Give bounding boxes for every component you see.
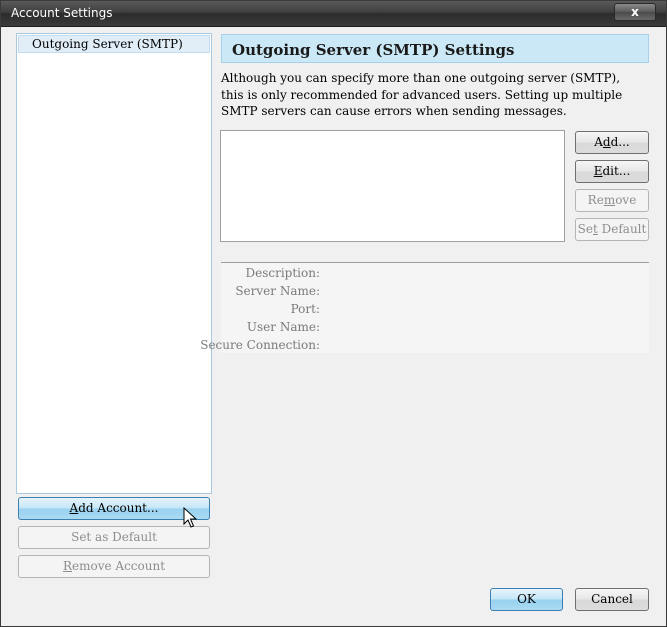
account-list[interactable]: Outgoing Server (SMTP) <box>16 33 212 494</box>
smtp-description: Although you can specify more than one o… <box>221 71 623 118</box>
edit-server-button[interactable]: Edit... <box>575 160 649 183</box>
add-account-button[interactable]: Add Account... <box>18 497 210 520</box>
add-server-button[interactable]: Add... <box>575 131 649 154</box>
set-default-server-button[interactable]: Set Default <box>575 218 649 241</box>
remove-server-access-key: m <box>603 193 616 207</box>
smtp-server-list[interactable] <box>220 130 565 242</box>
set-as-default-label: Set as Default <box>71 530 157 544</box>
set-default-label-a: Se <box>577 222 593 236</box>
add-server-label-a: A <box>594 135 603 149</box>
remove-account-label: emove Account <box>72 559 166 573</box>
add-server-access-key: d <box>602 135 611 149</box>
server-name-label: Server Name: <box>235 284 320 298</box>
ok-button[interactable]: OK <box>490 588 563 611</box>
close-icon: x <box>631 5 639 19</box>
title-bar[interactable]: Account Settings x <box>1 1 666 27</box>
remove-server-label-a: Re <box>587 193 604 207</box>
add-account-access-key: A <box>69 501 79 515</box>
edit-server-label: dit... <box>602 164 631 178</box>
cancel-label: Cancel <box>591 592 633 606</box>
set-as-default-button[interactable]: Set as Default <box>18 526 210 549</box>
remove-account-access-key: R <box>62 559 73 573</box>
account-settings-window: Account Settings x Outgoing Server (SMTP… <box>0 0 667 627</box>
remove-server-button[interactable]: Remove <box>575 189 649 212</box>
port-label: Port: <box>290 302 320 316</box>
server-details-panel: Description: Server Name: Port: User Nam… <box>200 262 649 353</box>
remove-server-label-b: ove <box>615 193 637 207</box>
add-server-label-b: d... <box>610 135 630 149</box>
secure-connection-label: Secure Connection: <box>200 338 320 352</box>
close-button[interactable]: x <box>614 3 656 21</box>
user-name-label: User Name: <box>246 320 320 334</box>
page-title: Outgoing Server (SMTP) Settings <box>232 41 515 59</box>
add-account-label: dd Account... <box>78 501 159 515</box>
cancel-button[interactable]: Cancel <box>575 588 649 611</box>
page-heading-box: Outgoing Server (SMTP) Settings <box>221 34 649 63</box>
set-default-label-b: Default <box>597 222 647 236</box>
remove-account-button[interactable]: Remove Account <box>18 555 210 578</box>
account-item-label: Outgoing Server (SMTP) <box>32 37 183 51</box>
window-title: Account Settings <box>11 6 113 20</box>
ok-label: OK <box>517 592 536 606</box>
account-item-outgoing-server[interactable]: Outgoing Server (SMTP) <box>18 35 210 53</box>
description-label: Description: <box>245 266 320 280</box>
mouse-cursor-icon <box>183 507 197 528</box>
